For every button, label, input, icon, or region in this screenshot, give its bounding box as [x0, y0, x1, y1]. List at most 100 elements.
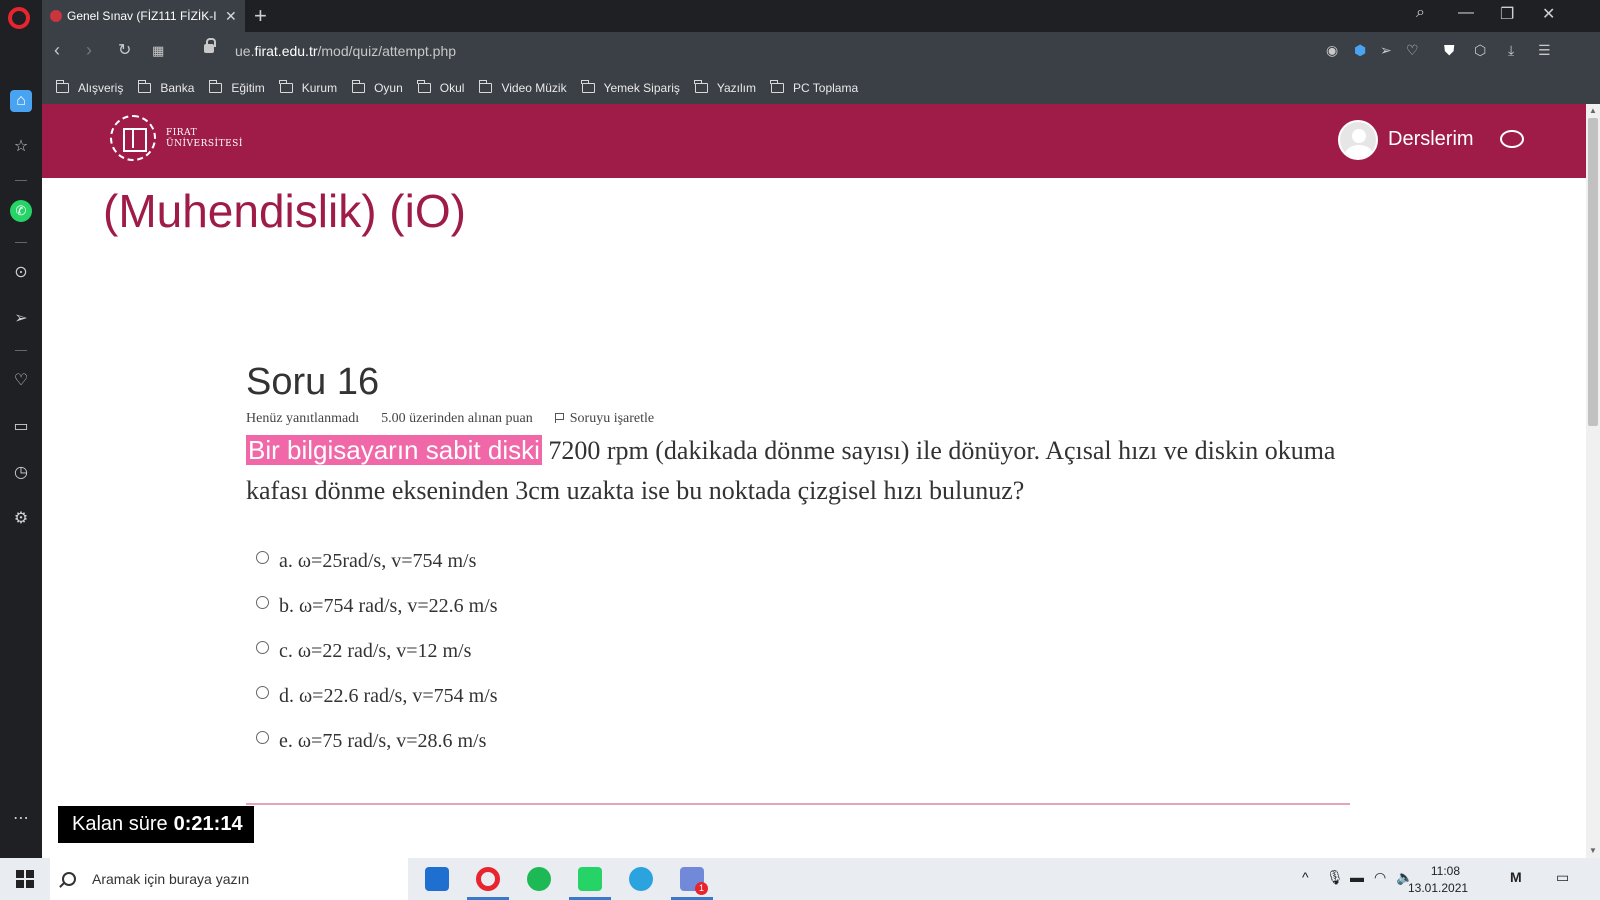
web-page: FIRAT ÜNİVERSİTESİ Derslerim (Muhendisli… [42, 104, 1586, 858]
opera-icon [476, 867, 500, 891]
discord-icon: 1 [680, 867, 708, 895]
more-icon[interactable]: ⋯ [10, 808, 32, 830]
cube-icon[interactable]: ⬡ [1474, 42, 1486, 59]
folder-icon [478, 80, 493, 93]
forward-icon[interactable]: › [86, 40, 92, 61]
answer-option-c[interactable]: c. ω=22 rad/s, v=12 m/s [256, 640, 471, 663]
flag-question-link[interactable]: Soruyu işaretle [554, 411, 676, 427]
speed-dial-icon[interactable]: ▦ [152, 43, 164, 59]
opera-app[interactable] [465, 858, 511, 900]
radio-button[interactable] [256, 596, 269, 609]
radio-button[interactable] [256, 551, 269, 564]
bookmarks-icon[interactable]: ☆ [10, 136, 32, 158]
player-icon[interactable]: ⊙ [10, 262, 32, 284]
opera-logo-icon[interactable] [8, 7, 30, 29]
university-seal-icon[interactable] [110, 115, 156, 161]
battery-icon[interactable]: ▬ [1350, 869, 1364, 885]
minimize-icon[interactable]: — [1458, 4, 1474, 22]
quiz-timer: Kalan süre 0:21:14 [58, 806, 254, 843]
bookmark-folder[interactable]: Eğitim [208, 80, 265, 95]
bookmark-folder[interactable]: Video Müzik [478, 80, 567, 95]
restore-icon[interactable]: ❐ [1500, 4, 1514, 24]
folder-icon [279, 80, 293, 93]
question-points: 5.00 üzerinden alınan puan [381, 411, 533, 426]
notification-center-icon[interactable]: ▭ [1556, 869, 1569, 886]
search-icon [62, 872, 76, 886]
tray-expand-icon[interactable]: ^ [1302, 869, 1309, 885]
bookmark-folder[interactable]: PC Toplama [770, 80, 858, 95]
bookmark-folder[interactable]: Alışveriş [55, 80, 123, 95]
scroll-thumb[interactable] [1588, 118, 1598, 426]
whatsapp-icon[interactable]: ✆ [10, 200, 32, 222]
tab-close-icon[interactable]: ✕ [225, 8, 237, 25]
folder-icon [55, 80, 69, 93]
radio-button[interactable] [256, 686, 269, 699]
back-icon[interactable]: ‹ [54, 40, 60, 61]
bookmark-folder[interactable]: Yazılım [694, 80, 756, 95]
question-title: Soru 16 [246, 361, 380, 403]
telegram-app[interactable] [618, 858, 664, 900]
windows-start-icon[interactable] [16, 870, 34, 888]
spotify-app[interactable] [516, 858, 562, 900]
history-icon[interactable]: ◷ [10, 462, 32, 484]
bookmark-folder[interactable]: Oyun [351, 80, 403, 95]
sidebar-divider [15, 350, 27, 351]
new-tab-button[interactable]: + [254, 3, 267, 29]
whatsapp-app[interactable] [567, 858, 613, 900]
scroll-up-icon[interactable]: ▲ [1589, 106, 1597, 115]
notification-badge: 1 [695, 882, 708, 895]
university-logo-text[interactable]: FIRAT ÜNİVERSİTESİ [166, 128, 243, 150]
whatsapp-icon [578, 867, 602, 891]
messages-icon[interactable] [1500, 130, 1524, 148]
radio-button[interactable] [256, 641, 269, 654]
easy-setup-icon[interactable]: ☰ [1538, 42, 1551, 59]
system-clock[interactable]: 11:08 13.01.2021 [1408, 863, 1469, 897]
page-scrollbar[interactable]: ▲ ▼ [1586, 104, 1600, 858]
answer-option-e[interactable]: e. ω=75 rad/s, v=28.6 m/s [256, 730, 486, 753]
send-icon[interactable]: ➢ [1380, 42, 1392, 59]
mail-app[interactable] [414, 858, 460, 900]
extension-shield-icon[interactable]: ⛊ [1444, 42, 1455, 59]
bookmark-folder[interactable]: Kurum [279, 80, 337, 95]
answer-option-b[interactable]: b. ω=754 rad/s, v=22.6 m/s [256, 595, 498, 618]
download-icon[interactable]: ⤓ [1508, 42, 1514, 59]
bookmark-folder[interactable]: Yemek Sipariş [581, 80, 680, 95]
folder-icon [581, 80, 595, 93]
browser-tab[interactable]: Genel Sınav (FİZ111 FİZİK-I ✕ [42, 0, 245, 32]
opera-sidebar: ⌂ ☆ ✆ ⊙ ➢ ♡ ▭ ◷ ⚙ ⋯ [0, 32, 42, 858]
reload-icon[interactable]: ↻ [118, 40, 131, 60]
clock-date: 13.01.2021 [1408, 881, 1469, 895]
input-method-icon[interactable]: M [1510, 869, 1522, 885]
bookmark-folder[interactable]: Banka [137, 80, 194, 95]
question-status: Henüz yanıtlanmadı [246, 411, 360, 426]
folder-icon [694, 80, 708, 93]
send-icon[interactable]: ➢ [10, 308, 32, 330]
answer-option-a[interactable]: a. ω=25rad/s, v=754 m/s [256, 550, 476, 573]
wifi-icon[interactable]: ◠ [1374, 869, 1386, 886]
lock-icon[interactable] [204, 38, 216, 53]
settings-gear-icon[interactable]: ⚙ [10, 508, 32, 530]
discord-app[interactable]: 1 [669, 858, 715, 900]
heart-icon[interactable]: ♡ [1406, 42, 1419, 59]
close-window-icon[interactable]: ✕ [1542, 4, 1555, 24]
url-field[interactable]: ue.firat.edu.tr/mod/quiz/attempt.php [235, 43, 456, 59]
spotify-icon [527, 867, 551, 891]
search-icon[interactable]: ⌕ [1416, 4, 1425, 22]
folder-icon [208, 80, 223, 93]
taskbar-search[interactable]: Aramak için buraya yazın [50, 858, 408, 900]
vpn-shield-icon[interactable]: ⬢ [1354, 42, 1366, 59]
tabs-icon[interactable]: ▭ [10, 416, 32, 438]
answer-option-d[interactable]: d. ω=22.6 rad/s, v=754 m/s [256, 685, 498, 708]
radio-button[interactable] [256, 731, 269, 744]
bookmark-folder[interactable]: Okul [417, 80, 464, 95]
camera-icon[interactable]: ◉ [1326, 42, 1338, 59]
my-courses-link[interactable]: Derslerim [1388, 128, 1474, 151]
timer-value: 0:21:14 [173, 813, 243, 835]
scroll-down-icon[interactable]: ▼ [1589, 846, 1597, 855]
folder-icon [137, 80, 152, 93]
question-divider [246, 803, 1350, 805]
home-icon[interactable]: ⌂ [10, 90, 32, 112]
microphone-icon[interactable]: 🎙 [1326, 869, 1344, 886]
heart-icon[interactable]: ♡ [10, 370, 32, 392]
user-avatar[interactable] [1338, 120, 1378, 160]
